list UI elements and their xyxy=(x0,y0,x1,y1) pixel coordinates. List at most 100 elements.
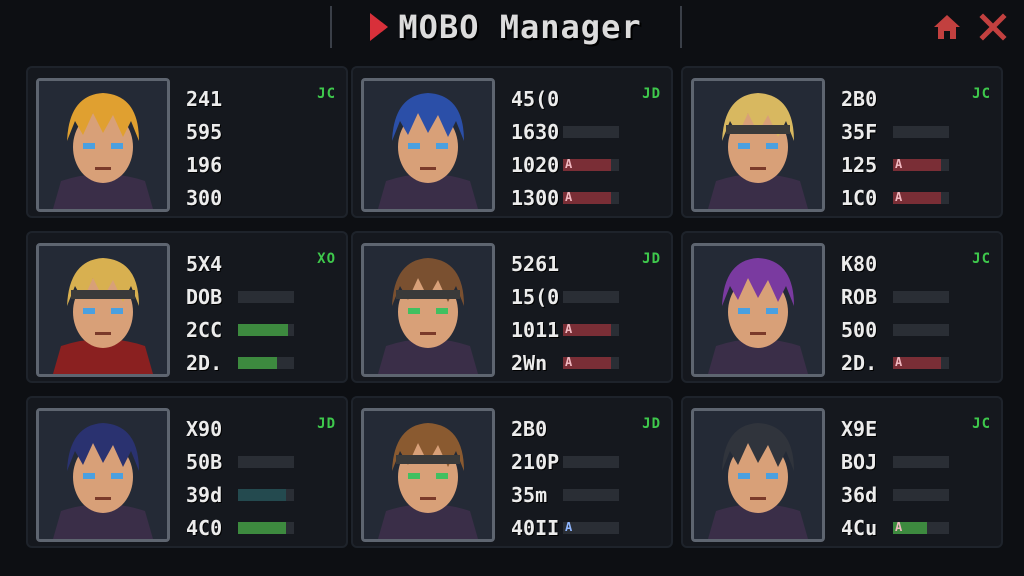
stat-row: 4Cu A xyxy=(841,511,991,544)
stat-bar-tag: A xyxy=(895,189,903,204)
stat-row: 500 xyxy=(841,313,991,346)
stat-row: 35m xyxy=(511,478,661,511)
stat-bar: A xyxy=(893,520,949,534)
stat-bar-tag: A xyxy=(895,354,903,369)
stat-row: 2B0 xyxy=(511,412,661,445)
stat-bar-tag: A xyxy=(565,354,573,369)
stat-row: 210P xyxy=(511,445,661,478)
stat-value: 300 xyxy=(186,185,223,210)
stat-row: 595 xyxy=(186,115,336,148)
stat-row: 1C0 A xyxy=(841,181,991,214)
hero-card[interactable]: JD 5261 15(0 1011 A 2Wn A xyxy=(351,231,673,383)
stat-bar-fill xyxy=(238,521,286,534)
stat-value: 35m xyxy=(511,482,548,507)
stat-value: 2D. xyxy=(841,350,878,375)
hero-portrait[interactable] xyxy=(691,408,825,542)
hero-card[interactable]: JD X90 50B 39d 4C0 xyxy=(26,396,348,548)
hero-card[interactable]: JC 241 595 196 300 xyxy=(26,66,348,218)
stat-row: 15(0 xyxy=(511,280,661,313)
stat-row: 1630 xyxy=(511,115,661,148)
stat-value: 1020 xyxy=(511,152,560,177)
stat-value: 500 xyxy=(841,317,878,342)
stat-bar-tag: A xyxy=(565,321,573,336)
stat-value: BOJ xyxy=(841,449,878,474)
stat-value: K80 xyxy=(841,251,878,276)
hero-card[interactable]: JD 2B0 210P 35m 40II A xyxy=(351,396,673,548)
home-icon xyxy=(934,15,960,39)
roster-grid: JC 241 595 196 300 JD 45(0 1630 1020 A 1300 A JC 2B0 3… xyxy=(18,56,1008,566)
stat-value: 2D. xyxy=(186,350,223,375)
stat-row: 1020 A xyxy=(511,148,661,181)
stat-value: 125 xyxy=(841,152,878,177)
stat-value: 595 xyxy=(186,119,223,144)
stat-row: 2Wn A xyxy=(511,346,661,379)
hero-card[interactable]: JC 2B0 35F 125 A 1C0 A xyxy=(681,66,1003,218)
hero-portrait[interactable] xyxy=(36,78,170,212)
hero-portrait[interactable] xyxy=(36,243,170,377)
hero-portrait[interactable] xyxy=(691,243,825,377)
stat-bar: A xyxy=(893,157,949,171)
close-button[interactable] xyxy=(976,10,1010,44)
hero-card[interactable]: JC K80 ROB 500 2D. A xyxy=(681,231,1003,383)
stat-value: X9E xyxy=(841,416,878,441)
stat-value: 36d xyxy=(841,482,878,507)
stat-bar xyxy=(563,455,619,468)
home-button[interactable] xyxy=(930,10,964,44)
stat-bar-fill xyxy=(238,488,286,501)
stat-value: 1630 xyxy=(511,119,560,144)
hero-card[interactable]: JD 45(0 1630 1020 A 1300 A xyxy=(351,66,673,218)
stat-bar-fill xyxy=(238,356,278,369)
hero-stats: 2B0 35F 125 A 1C0 A xyxy=(841,82,991,214)
stat-bar xyxy=(238,455,294,468)
stat-value: 2B0 xyxy=(511,416,548,441)
stat-bar: A xyxy=(563,321,619,336)
hero-card[interactable]: XO 5X4 DOB 2CC 2D. xyxy=(26,231,348,383)
stat-bar-tag: A xyxy=(565,156,573,171)
title-frame: MOBO Manager xyxy=(330,6,682,48)
hero-portrait[interactable] xyxy=(361,408,495,542)
header-bar: MOBO Manager xyxy=(0,0,1024,56)
hero-stats: 5261 15(0 1011 A 2Wn A xyxy=(511,247,661,379)
hero-stats: X9E BOJ 36d 4Cu A xyxy=(841,412,991,544)
stat-row: 39d xyxy=(186,478,336,511)
hero-portrait[interactable] xyxy=(361,243,495,377)
stat-row: 36d xyxy=(841,478,991,511)
stat-row: 35F xyxy=(841,115,991,148)
stat-value: 45(0 xyxy=(511,86,560,111)
stat-bar xyxy=(563,488,619,501)
stat-row: 4C0 xyxy=(186,511,336,544)
stat-row: 40II A xyxy=(511,511,661,544)
stat-value: 2B0 xyxy=(841,86,878,111)
stat-value: 5261 xyxy=(511,251,560,276)
stat-bar xyxy=(238,356,294,369)
stat-bar xyxy=(238,290,294,303)
stat-value: 210P xyxy=(511,449,560,474)
stat-value: 40II xyxy=(511,515,560,540)
stat-value: 1011 xyxy=(511,317,560,342)
stat-row: ROB xyxy=(841,280,991,313)
stat-row: 5X4 xyxy=(186,247,336,280)
hero-portrait[interactable] xyxy=(36,408,170,542)
hero-portrait[interactable] xyxy=(691,78,825,212)
stat-bar-tag: A xyxy=(565,189,573,204)
stat-row: 50B xyxy=(186,445,336,478)
hero-stats: K80 ROB 500 2D. A xyxy=(841,247,991,379)
page-title: MOBO Manager xyxy=(398,8,642,46)
stat-bar: A xyxy=(563,519,619,534)
stat-bar: A xyxy=(893,189,949,204)
stat-value: X90 xyxy=(186,416,223,441)
stat-value: 2CC xyxy=(186,317,223,342)
hero-stats: 241 595 196 300 xyxy=(186,82,336,214)
stat-row: 1011 A xyxy=(511,313,661,346)
hero-portrait[interactable] xyxy=(361,78,495,212)
stat-bar-tag: A xyxy=(565,519,573,534)
stat-row: BOJ xyxy=(841,445,991,478)
stat-row: 300 xyxy=(186,181,336,214)
stat-row: 125 A xyxy=(841,148,991,181)
stat-row: K80 xyxy=(841,247,991,280)
stat-value: 15(0 xyxy=(511,284,560,309)
stat-row: X9E xyxy=(841,412,991,445)
stat-value: 196 xyxy=(186,152,223,177)
title-arrow-icon xyxy=(370,13,389,41)
hero-card[interactable]: JC X9E BOJ 36d 4Cu A xyxy=(681,396,1003,548)
